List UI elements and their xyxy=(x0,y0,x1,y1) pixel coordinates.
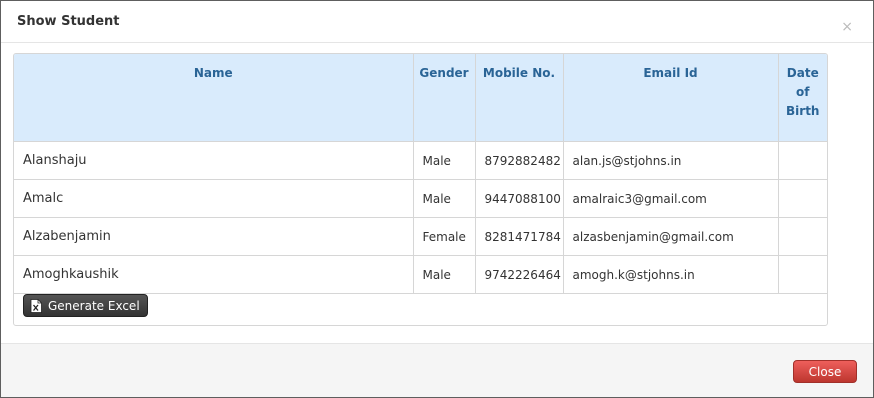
column-header-email: Email Id xyxy=(563,54,779,142)
cell-dob xyxy=(778,217,827,256)
column-header-name: Name xyxy=(14,54,414,142)
dob-header-line: Date xyxy=(786,66,819,80)
dob-header-line: Birth xyxy=(786,104,820,118)
cell-name: Alanshaju xyxy=(14,141,414,180)
close-button[interactable]: Close xyxy=(793,360,857,383)
show-student-dialog: Show Student × Name Gender Mobile No. Em… xyxy=(0,0,874,398)
cell-gender: Female xyxy=(413,217,476,256)
cell-dob xyxy=(778,179,827,218)
dialog-header: Show Student × xyxy=(1,1,873,43)
column-header-mobile: Mobile No. xyxy=(475,54,564,142)
cell-name: Amoghkaushik xyxy=(14,255,414,294)
table-row: Amalc Male 9447088100 amalraic3@gmail.co… xyxy=(14,179,827,218)
generate-excel-button[interactable]: Generate Excel xyxy=(23,294,148,317)
close-icon[interactable]: × xyxy=(841,20,853,34)
dialog-footer: Close xyxy=(1,343,873,397)
cell-mobile: 8281471784 xyxy=(475,217,564,256)
cell-name: Amalc xyxy=(14,179,414,218)
dob-header-line: of xyxy=(796,85,810,99)
cell-gender: Male xyxy=(413,141,476,180)
cell-email: amalraic3@gmail.com xyxy=(563,179,779,218)
cell-email: alzasbenjamin@gmail.com xyxy=(563,217,779,256)
generate-excel-label: Generate Excel xyxy=(48,298,140,313)
cell-mobile: 9742226464 xyxy=(475,255,564,294)
cell-email: amogh.k@stjohns.in xyxy=(563,255,779,294)
cell-mobile: 9447088100 xyxy=(475,179,564,218)
column-header-dob: Date of Birth xyxy=(778,54,827,142)
cell-email: alan.js@stjohns.in xyxy=(563,141,779,180)
table-header-row: Name Gender Mobile No. Email Id Date of … xyxy=(14,54,827,142)
cell-mobile: 8792882482 xyxy=(475,141,564,180)
cell-name: Alzabenjamin xyxy=(14,217,414,256)
cell-dob xyxy=(778,255,827,294)
cell-gender: Male xyxy=(413,255,476,294)
student-table: Name Gender Mobile No. Email Id Date of … xyxy=(14,54,827,294)
table-row: Alanshaju Male 8792882482 alan.js@stjohn… xyxy=(14,141,827,180)
cell-dob xyxy=(778,141,827,180)
column-header-gender: Gender xyxy=(413,54,476,142)
dialog-title: Show Student xyxy=(17,14,120,29)
cell-gender: Male xyxy=(413,179,476,218)
table-row: Alzabenjamin Female 8281471784 alzasbenj… xyxy=(14,217,827,256)
student-table-panel: Name Gender Mobile No. Email Id Date of … xyxy=(13,53,828,326)
excel-file-icon xyxy=(30,298,42,313)
table-row: Amoghkaushik Male 9742226464 amogh.k@stj… xyxy=(14,255,827,294)
